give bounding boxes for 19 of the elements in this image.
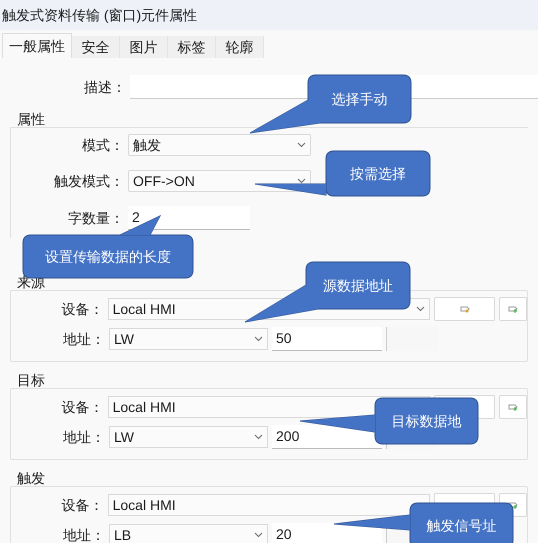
field-label: 设备： — [60, 300, 105, 318]
field-label: 地址： — [62, 526, 106, 543]
field-label: 描述： — [83, 78, 127, 96]
section-title: 触发 — [17, 470, 45, 486]
callout-tooltip: 源数据地址 — [244, 262, 410, 322]
field-label: 地址： — [62, 330, 106, 348]
callout-tooltip: 选择手动 — [250, 74, 412, 134]
field-label: 设备： — [60, 398, 105, 416]
callout-tooltip: 按需选择 — [254, 150, 430, 196]
window-title: 触发式资料传输 (窗口)元件属性 — [2, 6, 198, 25]
field-label: 触发模式： — [53, 172, 125, 190]
callout-tooltip: 目标数据地 — [300, 398, 478, 444]
callout-tooltip: 触发信号址 — [334, 502, 514, 543]
field-label: 字数量： — [67, 208, 125, 228]
field-label: 设备： — [60, 496, 105, 514]
field-label: 地址： — [62, 428, 106, 446]
section-title: 属性 — [17, 111, 45, 127]
section-title: 目标 — [17, 372, 45, 388]
field-label: 模式： — [81, 136, 125, 154]
